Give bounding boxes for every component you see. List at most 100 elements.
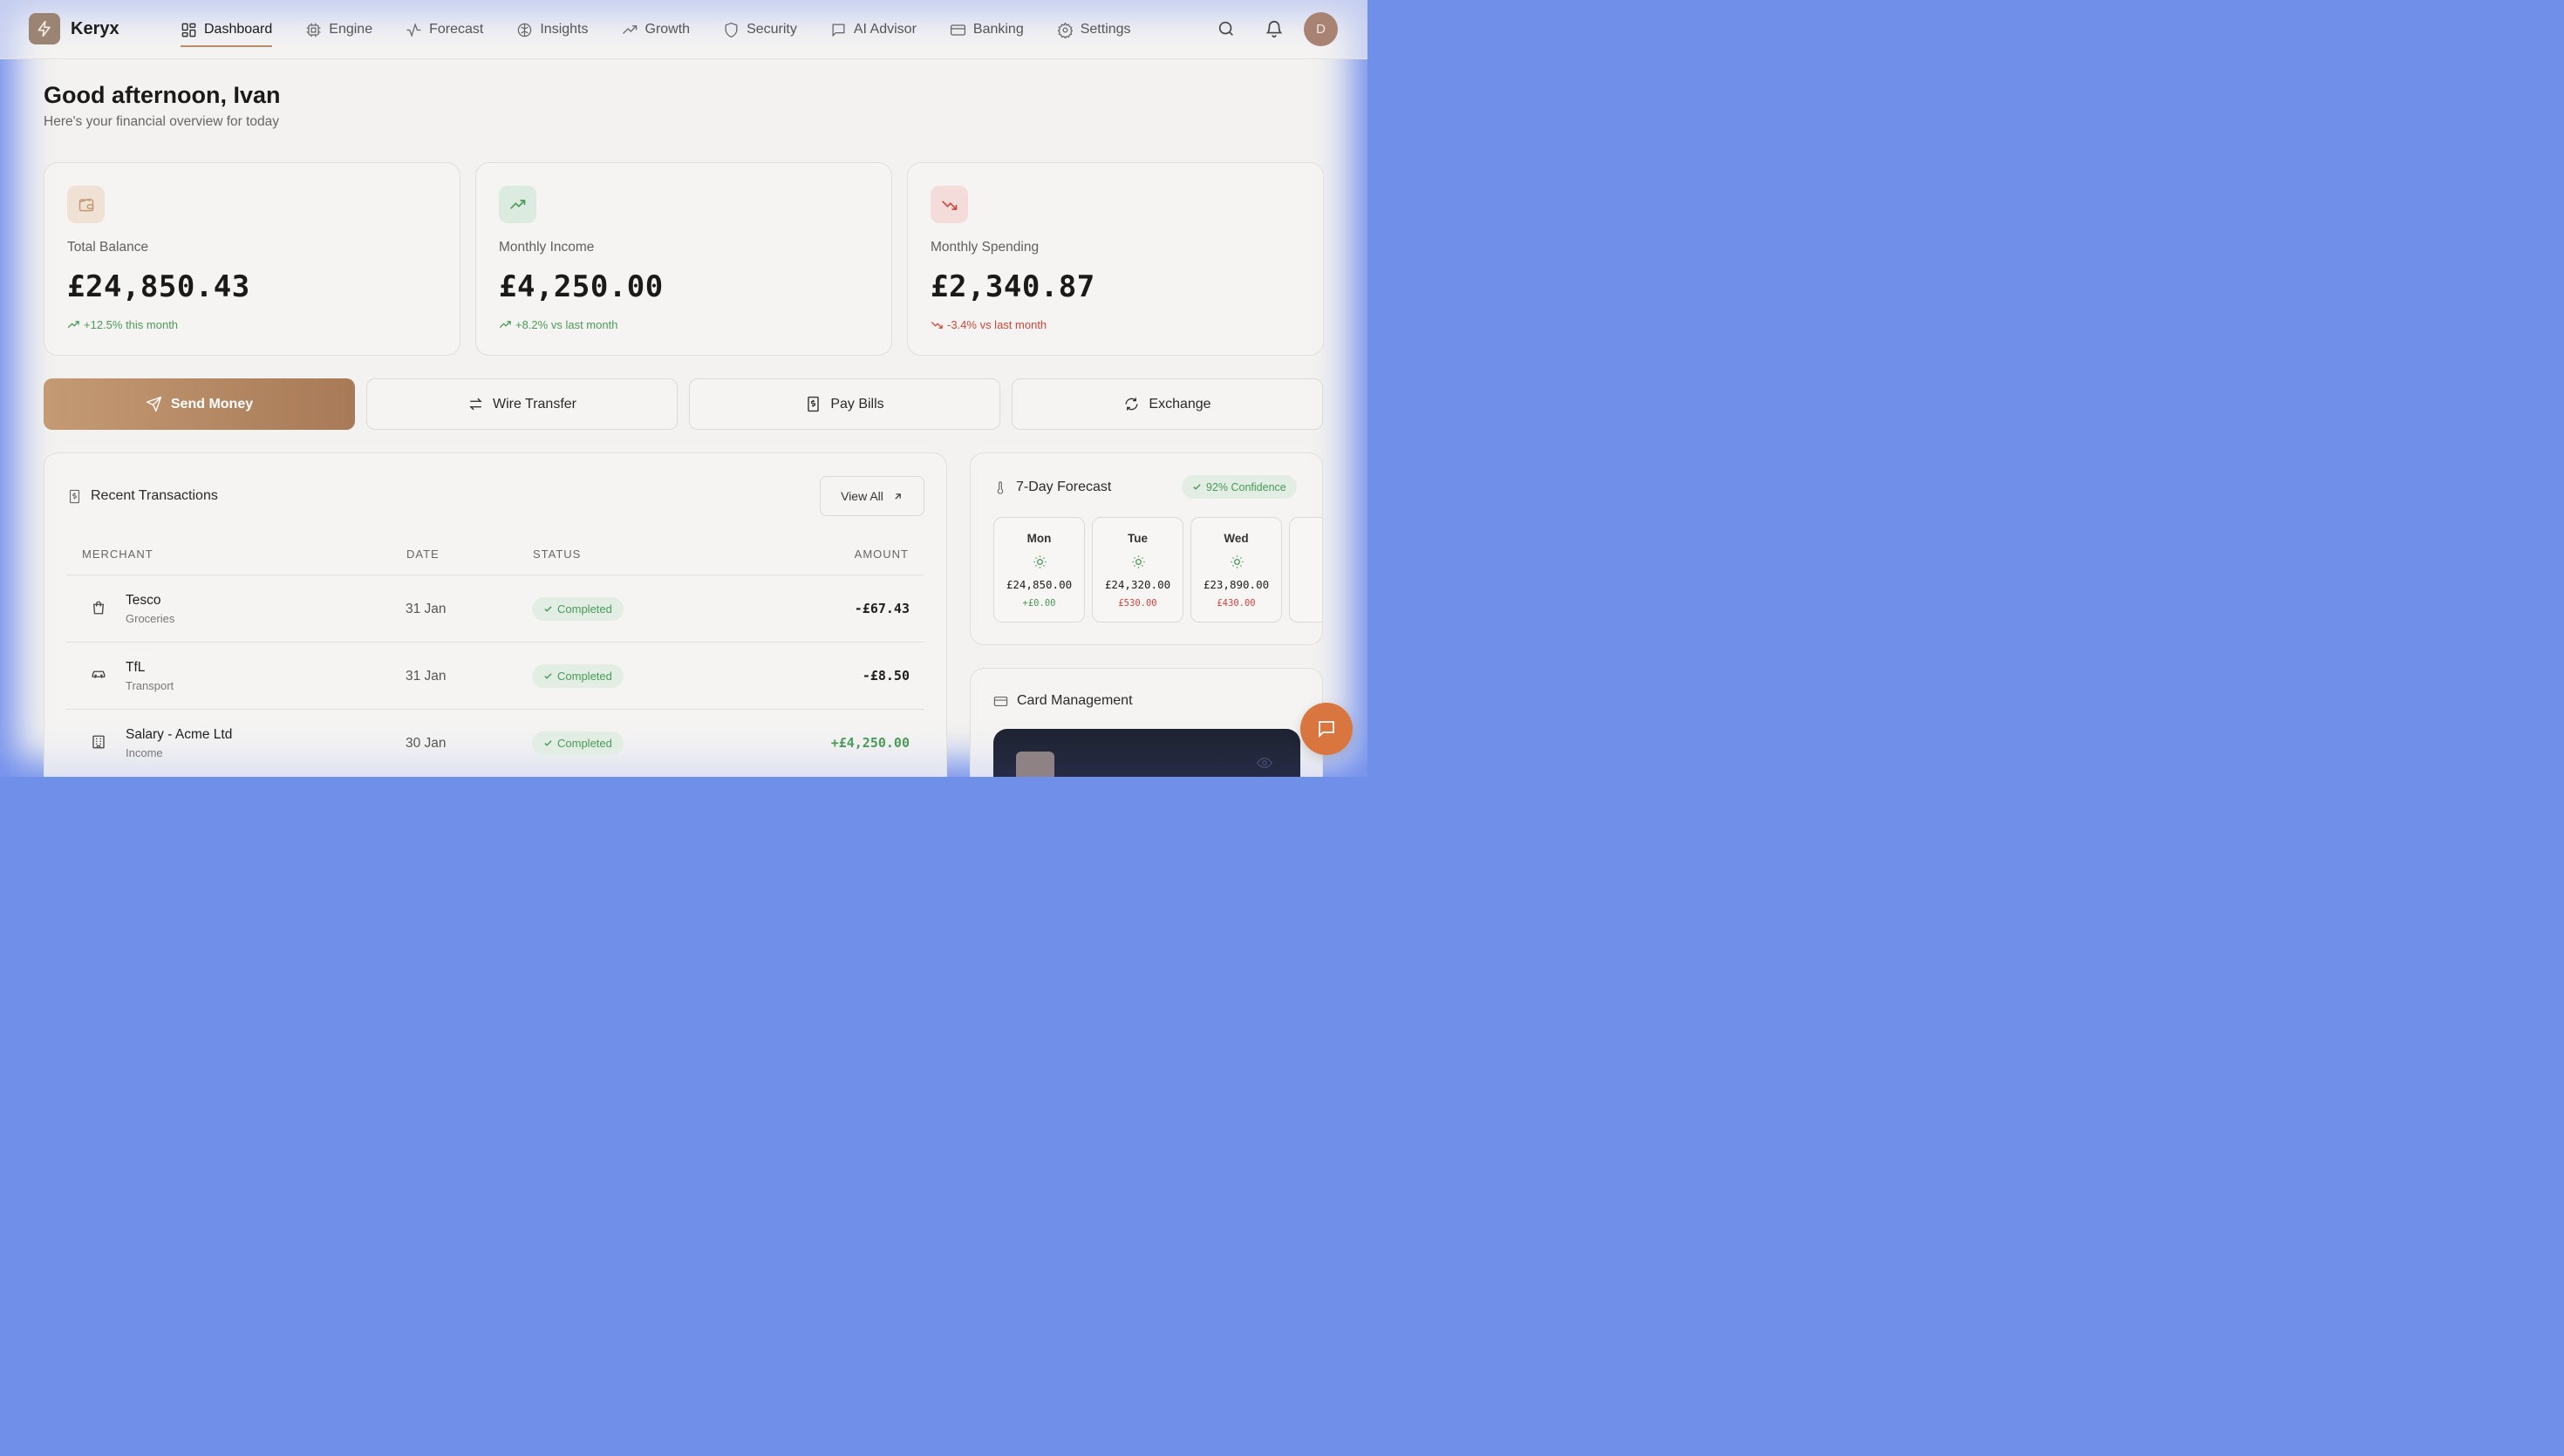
nav-item-security[interactable]: Security: [723, 0, 797, 59]
chat-button[interactable]: [1300, 703, 1353, 755]
wire-transfer-button[interactable]: Wire Transfer: [366, 378, 678, 430]
transaction-date: 30 Jan: [406, 736, 447, 751]
nav-item-dashboard[interactable]: Dashboard: [181, 0, 273, 59]
send-money-button[interactable]: Send Money: [44, 378, 355, 430]
forecast-day-card-partial[interactable]: [1289, 517, 1322, 623]
stat-label: Monthly Spending: [931, 240, 1040, 255]
table-row[interactable]: Salary - Acme Ltd Income 30 Jan Complete…: [66, 709, 924, 776]
shopping-bag-icon: [93, 601, 104, 615]
stat-label: Total Balance: [67, 240, 149, 255]
table-row[interactable]: TfL Transport 31 Jan Completed -£8.50: [66, 642, 924, 709]
action-label: Exchange: [1149, 396, 1211, 412]
day-name: Wed: [1224, 532, 1249, 545]
status-text: Completed: [557, 737, 612, 750]
transaction-amount: -£67.43: [854, 601, 910, 616]
sun-icon: [1033, 555, 1047, 568]
nav-item-insights[interactable]: Insights: [516, 0, 589, 59]
action-label: Wire Transfer: [492, 396, 576, 412]
bell-icon[interactable]: [1265, 19, 1284, 38]
message-icon: [1319, 721, 1334, 738]
trending-up-icon: [499, 321, 511, 329]
nav-item-settings[interactable]: Settings: [1057, 0, 1131, 59]
status-badge: Completed: [532, 731, 624, 755]
recent-transactions-panel: Recent Transactions View All MERCHANT DA…: [44, 452, 947, 777]
activity-icon: [406, 22, 421, 37]
nav-label: Engine: [329, 22, 373, 37]
nav-item-growth[interactable]: Growth: [622, 0, 690, 59]
column-header-status[interactable]: STATUS: [533, 548, 581, 561]
status-badge: Completed: [532, 664, 624, 688]
nav-item-banking[interactable]: Banking: [950, 0, 1024, 59]
receipt-icon: [69, 489, 80, 503]
nav-label: AI Advisor: [853, 22, 917, 37]
trending-up-icon: [499, 186, 536, 223]
chip-icon: [306, 23, 321, 37]
check-icon: [544, 606, 552, 612]
stat-change-text: +12.5% this month: [84, 318, 179, 331]
nav-label: Security: [747, 22, 797, 37]
merchant-category: Groceries: [126, 612, 175, 625]
column-header-amount[interactable]: AMOUNT: [855, 548, 909, 561]
gear-icon: [1057, 21, 1074, 38]
confidence-text: 92% Confidence: [1206, 480, 1286, 493]
view-all-button[interactable]: View All: [820, 476, 924, 516]
table-row[interactable]: Tesco Groceries 31 Jan Completed -£67.43: [66, 575, 924, 642]
building-icon: [92, 735, 105, 749]
car-icon: [92, 670, 106, 678]
grid-icon: [181, 23, 196, 37]
day-balance: £23,890.00: [1203, 578, 1270, 591]
pay-bills-button[interactable]: Pay Bills: [689, 378, 1000, 430]
check-icon: [544, 740, 552, 746]
bank-card[interactable]: [993, 729, 1300, 777]
app-name[interactable]: Keryx: [71, 19, 119, 39]
sun-icon: [1231, 555, 1244, 568]
eye-icon[interactable]: [1257, 757, 1272, 769]
stat-card-total-balance: Total Balance £24,850.43 +12.5% this mon…: [44, 162, 460, 356]
panel-title: 7-Day Forecast: [993, 480, 1111, 495]
card-chip: [1016, 752, 1054, 777]
trending-down-icon: [931, 186, 968, 223]
forecast-day-card[interactable]: Mon £24,850.00 +£0.00: [993, 517, 1085, 623]
merchant-category: Transport: [126, 679, 174, 692]
check-icon: [1193, 484, 1201, 490]
trending-up-icon: [67, 321, 79, 329]
stat-change: +8.2% vs last month: [499, 318, 617, 331]
day-name: Tue: [1128, 532, 1148, 545]
day-balance: £24,320.00: [1104, 578, 1171, 591]
sun-icon: [1132, 555, 1145, 568]
nav-item-engine[interactable]: Engine: [305, 0, 372, 59]
nav-item-ai-advisor[interactable]: AI Advisor: [830, 0, 917, 59]
status-text: Completed: [557, 602, 612, 616]
avatar[interactable]: D: [1304, 12, 1338, 46]
search-icon[interactable]: [1217, 19, 1236, 38]
nav-item-forecast[interactable]: Forecast: [406, 0, 483, 59]
credit-card-icon: [950, 24, 965, 36]
refresh-icon: [1125, 398, 1138, 411]
nav-label: Settings: [1080, 22, 1131, 37]
stat-change-text: +8.2% vs last month: [515, 318, 618, 331]
nav-label: Dashboard: [204, 22, 273, 37]
transaction-amount: -£8.50: [862, 668, 910, 684]
logo-icon[interactable]: [29, 13, 60, 44]
chat-icon: [832, 24, 845, 37]
panel-title-text: 7-Day Forecast: [1016, 480, 1112, 494]
bill-icon: [808, 396, 820, 412]
transaction-amount: +£4,250.00: [830, 735, 910, 751]
stat-label: Monthly Income: [499, 240, 595, 255]
transfer-icon: [469, 398, 482, 411]
transaction-date: 31 Jan: [406, 669, 447, 684]
view-all-label: View All: [841, 489, 883, 503]
status-text: Completed: [557, 670, 612, 683]
page-title: Good afternoon, Ivan: [44, 82, 281, 108]
panel-title: Card Management: [993, 693, 1133, 709]
column-header-date[interactable]: DATE: [406, 548, 440, 561]
card-management-panel: Card Management: [970, 668, 1323, 777]
transaction-date: 31 Jan: [406, 602, 447, 616]
exchange-button[interactable]: Exchange: [1012, 378, 1323, 430]
forecast-day-card[interactable]: Tue £24,320.00 £530.00: [1092, 517, 1183, 623]
column-header-merchant[interactable]: MERCHANT: [82, 548, 153, 561]
stat-value: £4,250.00: [499, 269, 664, 304]
forecast-day-card[interactable]: Wed £23,890.00 £430.00: [1190, 517, 1282, 623]
merchant-category: Income: [126, 746, 163, 759]
trending-down-icon: [931, 321, 943, 329]
